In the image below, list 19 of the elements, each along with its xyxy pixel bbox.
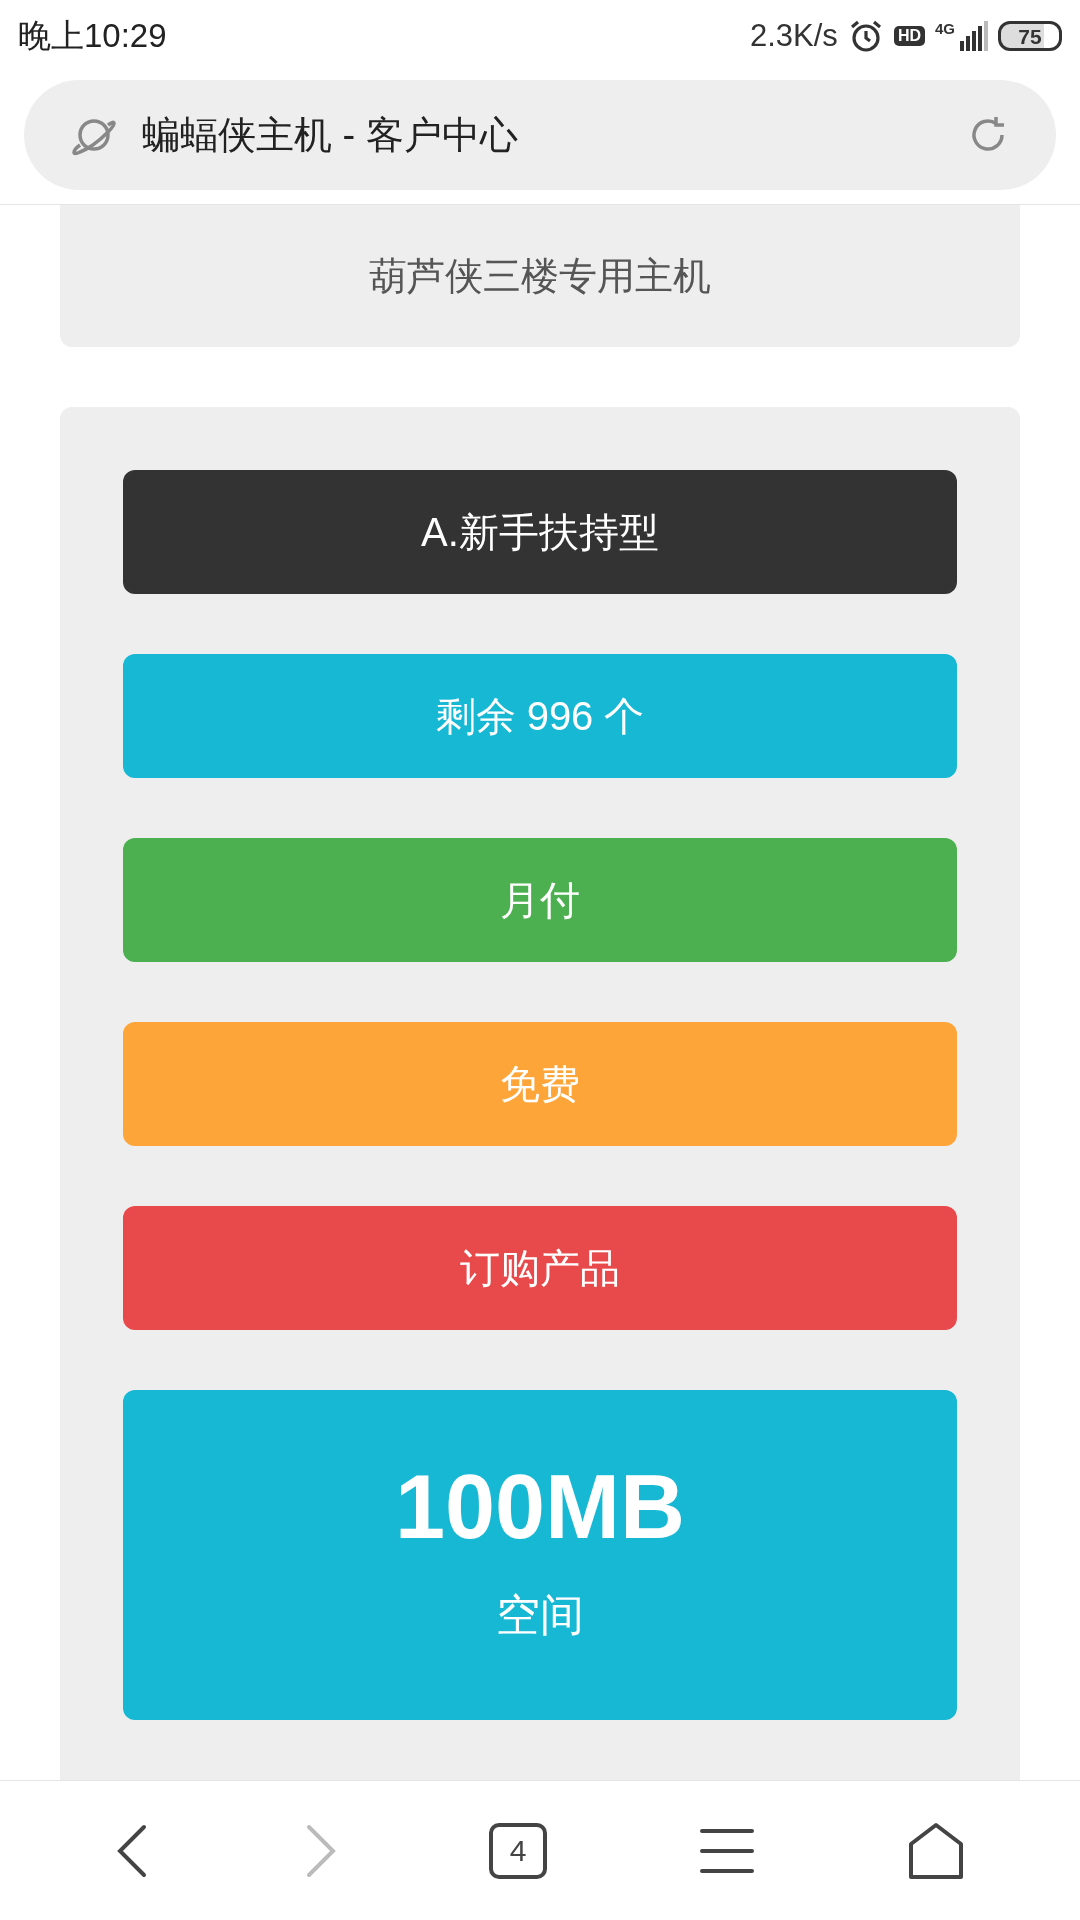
feature-caption: 空间 <box>496 1589 584 1641</box>
plan-label: A.新手扶持型 <box>421 509 659 556</box>
hd-badge: HD <box>893 26 925 46</box>
plan-label: 剩余 996 个 <box>435 693 645 740</box>
battery-indicator: 75 <box>998 21 1062 51</box>
home-icon[interactable] <box>907 1821 964 1880</box>
plan-label: 订购产品 <box>460 1245 620 1292</box>
tabs-button[interactable]: 4 <box>488 1822 547 1879</box>
intro-text: 葫芦侠三楼专用主机 <box>369 253 711 299</box>
plan-label: 月付 <box>500 877 580 924</box>
menu-icon[interactable] <box>699 1826 756 1875</box>
network-speed: 2.3K/s <box>750 16 838 55</box>
feature-value: 100MB <box>394 1462 686 1552</box>
plan-label: 免费 <box>500 1061 580 1108</box>
status-time: 晚上10:29 <box>18 16 167 57</box>
page-title: 蝙蝠侠主机 - 客户中心 <box>142 112 519 158</box>
network-type: 4G <box>935 21 955 36</box>
address-bar[interactable]: 蝙蝠侠主机 - 客户中心 <box>24 80 1056 190</box>
signal-icon <box>958 21 988 51</box>
